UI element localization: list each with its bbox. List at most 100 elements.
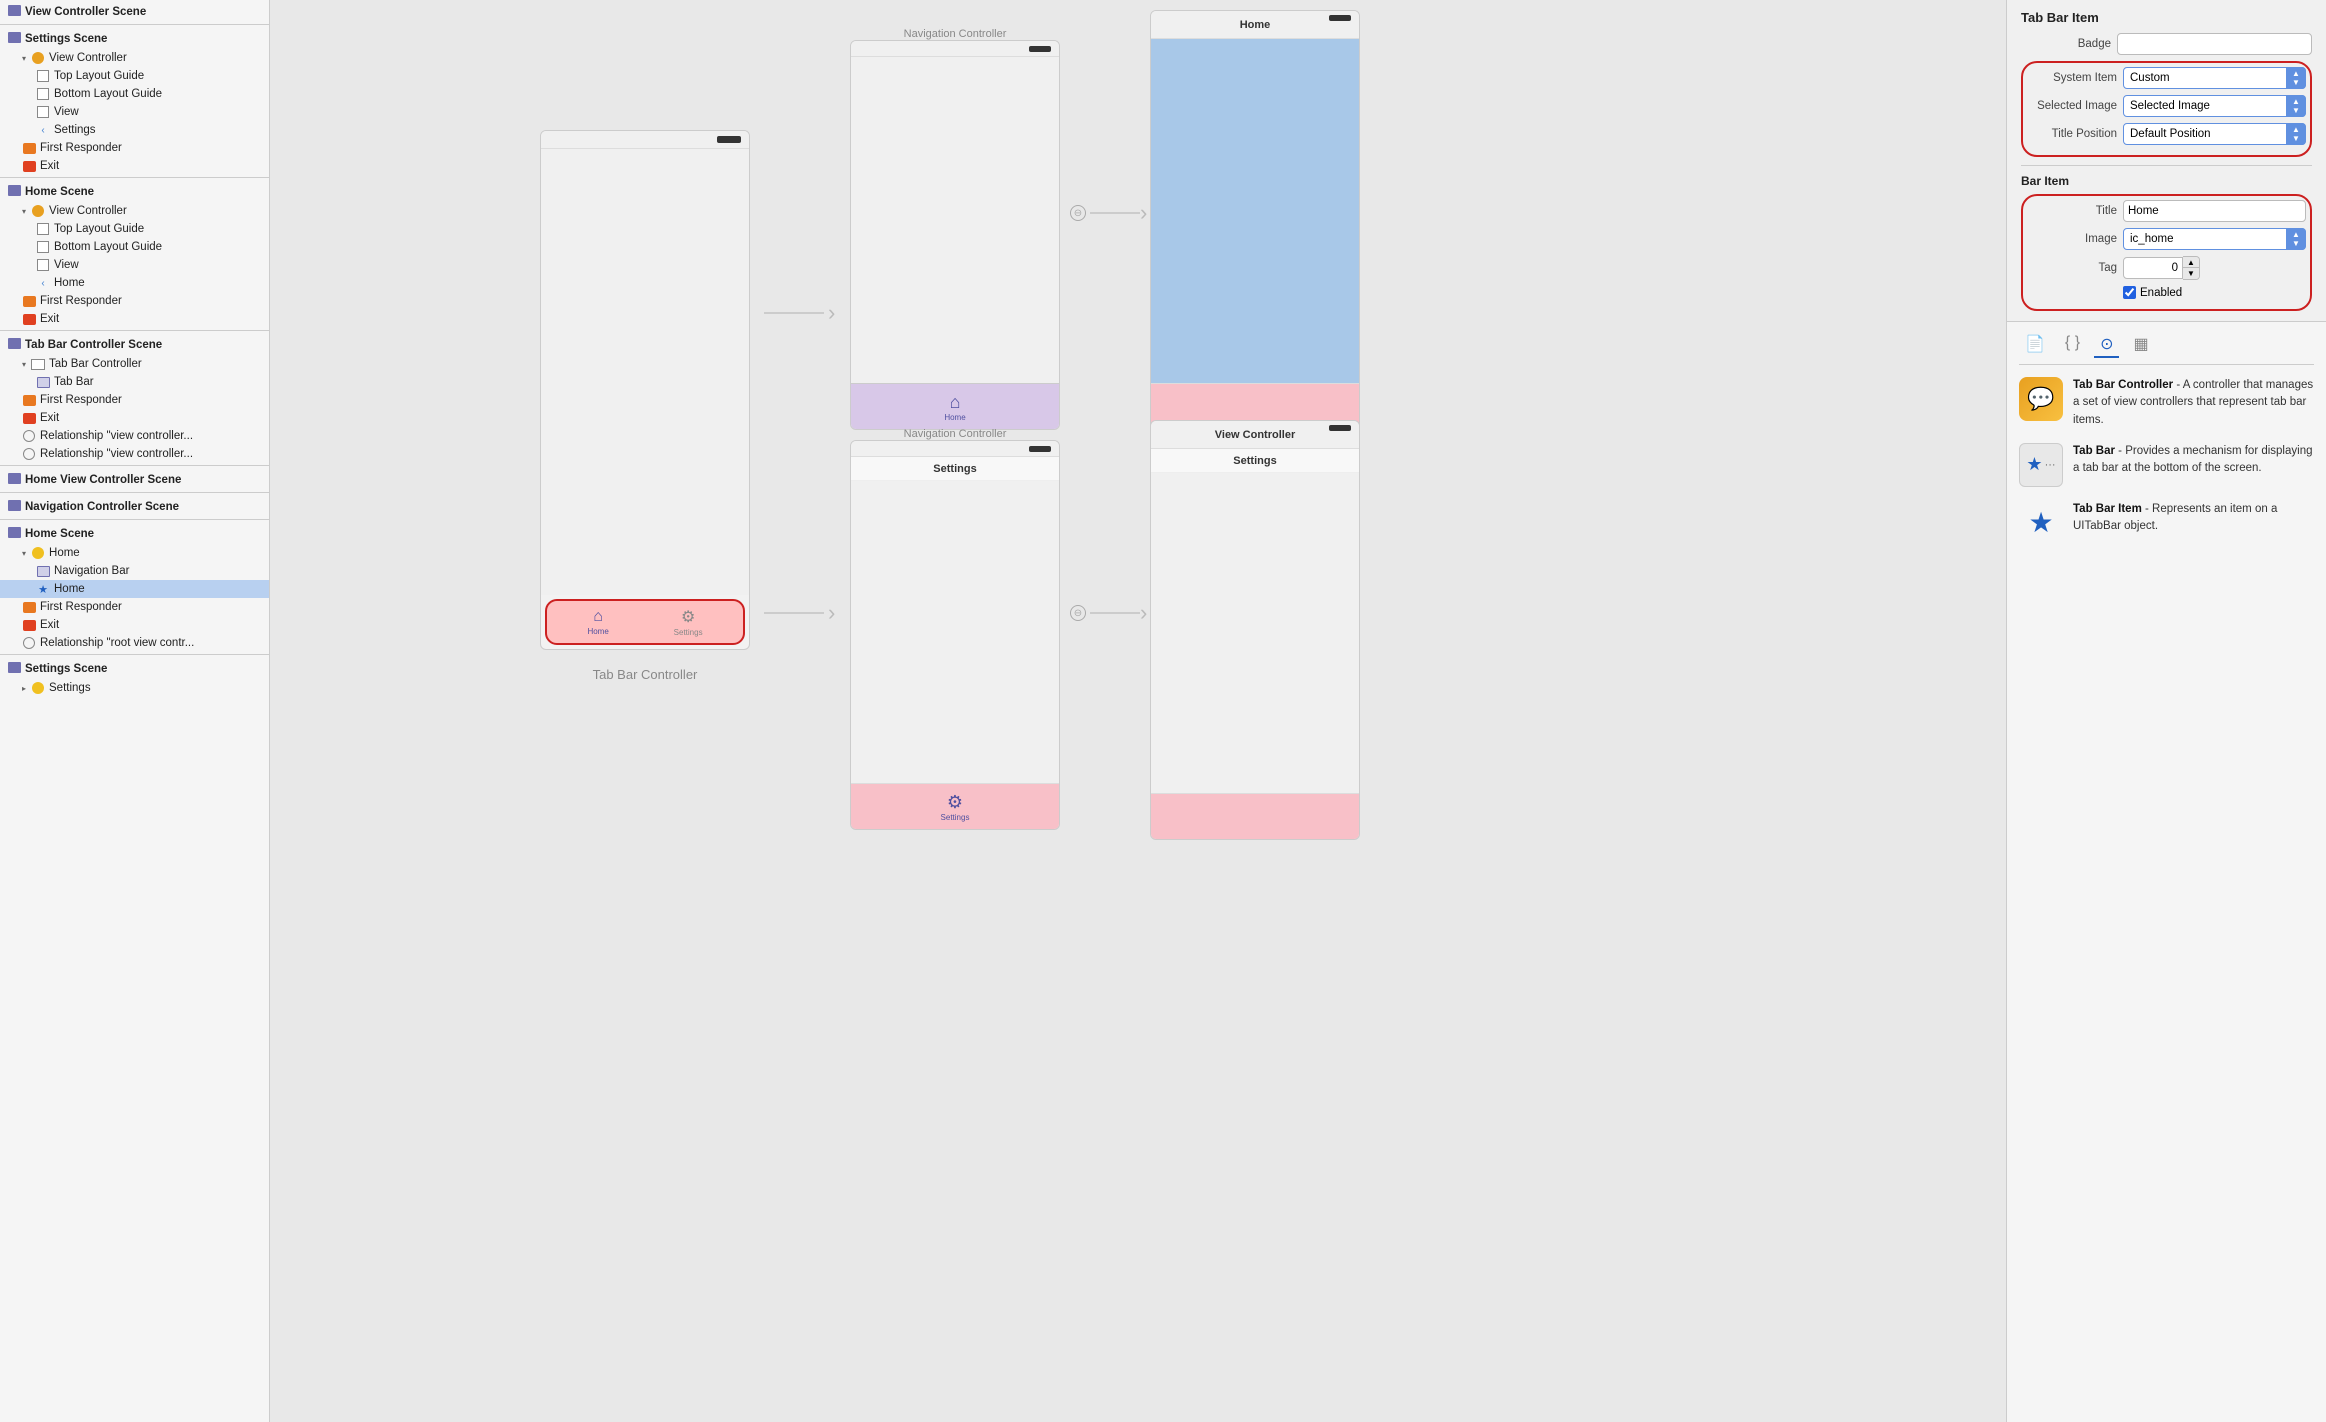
- status-bar-3: [1329, 15, 1351, 21]
- sidebar-section-view-controller-scene[interactable]: View Controller Scene: [0, 0, 269, 22]
- sidebar-item-tlg2[interactable]: Top Layout Guide: [0, 220, 269, 238]
- chevron-down-icon: ▾: [22, 54, 26, 63]
- bar-item-tag-label: Tag: [2027, 262, 2117, 274]
- nav-controller-label-1: Navigation Controller: [850, 28, 1060, 40]
- chevron-down-icon-3: ▾: [22, 360, 26, 369]
- system-item-row: System Item Custom ▲▼: [2027, 67, 2306, 89]
- sidebar-section-settings-scene[interactable]: Settings Scene: [0, 27, 269, 49]
- sidebar-item-home2[interactable]: ▾ Home: [0, 544, 269, 562]
- nav-controller-frame-1: ⌂ Home: [850, 40, 1060, 430]
- selected-image-select-wrapper[interactable]: Selected Image ▲▼: [2123, 95, 2306, 117]
- tab-bar-controller-frame: ⌂ Home ⚙ Settings Tab Bar Controller: [540, 130, 750, 650]
- tag-decrement[interactable]: ▼: [2183, 268, 2199, 279]
- sidebar-item-rel3[interactable]: Relationship "root view contr...: [0, 634, 269, 652]
- sidebar-section-home-scene-1[interactable]: Home Scene: [0, 180, 269, 202]
- badge-input[interactable]: [2117, 33, 2312, 55]
- inspector-title: Tab Bar Item: [2021, 10, 2312, 25]
- tab-bar-star-icon: ★: [2026, 454, 2042, 475]
- arrow-nav1-to-home: ⊖ ›: [1070, 200, 1147, 226]
- selected-image-select[interactable]: Selected Image: [2123, 95, 2306, 117]
- arrow-right-3: ›: [1140, 200, 1147, 226]
- inspector-panel: Tab Bar Item Badge System Item Custom ▲▼: [2006, 0, 2326, 1422]
- sidebar-item-exit1[interactable]: Exit: [0, 157, 269, 175]
- bar-item-title-input[interactable]: [2123, 200, 2306, 222]
- status-bar-1: [717, 136, 741, 143]
- sidebar-item-tab-bar[interactable]: Tab Bar: [0, 373, 269, 391]
- tab-icon: [36, 375, 50, 389]
- bar-item-image-select-wrapper[interactable]: ic_home ▲▼: [2123, 228, 2306, 250]
- sidebar-item-exit4[interactable]: Exit: [0, 616, 269, 634]
- title-position-select-wrapper[interactable]: Default Position ▲▼: [2123, 123, 2306, 145]
- nav-content-bottom: [851, 481, 1059, 783]
- info-tab-circle[interactable]: ⊙: [2094, 332, 2119, 358]
- sidebar-item-view2[interactable]: View: [0, 256, 269, 274]
- tab-bar-controller-desc: Tab Bar Controller - A controller that m…: [2073, 377, 2314, 429]
- sidebar-item-rel1[interactable]: Relationship "view controller...: [0, 427, 269, 445]
- sidebar-item-tab-bar-controller[interactable]: ▾ Tab Bar Controller: [0, 355, 269, 373]
- sidebar-section-home-scene-2[interactable]: Home Scene: [0, 522, 269, 544]
- sidebar-section-settings-scene-2[interactable]: Settings Scene: [0, 657, 269, 679]
- arrow-right-4: ›: [1140, 600, 1147, 626]
- title-position-label: Title Position: [2027, 128, 2117, 140]
- info-tab-file[interactable]: 📄: [2019, 332, 2051, 358]
- grid-icon-8: [8, 662, 21, 676]
- enabled-row: Enabled: [2027, 286, 2306, 299]
- system-item-select[interactable]: Custom: [2123, 67, 2306, 89]
- chevron-down-icon-2: ▾: [22, 207, 26, 216]
- sidebar-item-nav-bar[interactable]: Navigation Bar: [0, 562, 269, 580]
- bar-item-image-select[interactable]: ic_home: [2123, 228, 2306, 250]
- sidebar-item-settings-back[interactable]: ‹ Settings: [0, 121, 269, 139]
- tag-input[interactable]: [2123, 257, 2183, 279]
- title-position-select[interactable]: Default Position: [2123, 123, 2306, 145]
- grid-icon-5: [8, 473, 21, 487]
- canvas-area: ⌂ Home ⚙ Settings Tab Bar Controller › ›: [270, 0, 2006, 1422]
- enabled-label: Enabled: [2140, 287, 2182, 299]
- arrow-tbc-to-nav1: ›: [764, 300, 835, 326]
- nav-controller-frame-2: Settings ⚙ Settings: [850, 440, 1060, 830]
- sidebar-item-blg2[interactable]: Bottom Layout Guide: [0, 238, 269, 256]
- sidebar-item-exit3[interactable]: Exit: [0, 409, 269, 427]
- sidebar-item-vc1[interactable]: ▾ View Controller: [0, 49, 269, 67]
- tab-bar-desc: Tab Bar - Provides a mechanism for displ…: [2073, 443, 2314, 478]
- star-icon: ★: [36, 582, 50, 596]
- sidebar-item-tlg1[interactable]: Top Layout Guide: [0, 67, 269, 85]
- sidebar-item-view1[interactable]: View: [0, 103, 269, 121]
- sidebar-item-fr3[interactable]: First Responder: [0, 391, 269, 409]
- sidebar-section-home-vc-scene[interactable]: Home View Controller Scene: [0, 468, 269, 490]
- system-item-select-wrapper[interactable]: Custom ▲▼: [2123, 67, 2306, 89]
- sidebar-item-home-back[interactable]: ‹ Home: [0, 274, 269, 292]
- sidebar-item-home-star[interactable]: ★ Home: [0, 580, 269, 598]
- selected-image-label: Selected Image: [2027, 100, 2117, 112]
- tab-item-home-highlighted[interactable]: ⌂ Home: [587, 608, 608, 636]
- bar-item-image-label: Image: [2027, 233, 2117, 245]
- enabled-checkbox[interactable]: [2123, 286, 2136, 299]
- sidebar-item-fr2[interactable]: First Responder: [0, 292, 269, 310]
- sidebar-item-blg1[interactable]: Bottom Layout Guide: [0, 85, 269, 103]
- sidebar-item-settings2[interactable]: ▸ Settings: [0, 679, 269, 697]
- orange-rect-icon-4: [22, 600, 36, 614]
- info-tab-grid[interactable]: ▦: [2127, 332, 2154, 358]
- system-item-label: System Item: [2027, 72, 2117, 84]
- inspector-top-section: Tab Bar Item Badge System Item Custom ▲▼: [2007, 0, 2326, 322]
- info-panel: 📄 { } ⊙ ▦ 💬 Tab Bar Controller - A contr…: [2007, 322, 2326, 1422]
- settings-vc-frame: View Controller Settings: [1150, 420, 1360, 840]
- tab-bar-item-dash: -: [2145, 503, 2152, 515]
- sidebar-item-exit2[interactable]: Exit: [0, 310, 269, 328]
- tag-increment[interactable]: ▲: [2183, 257, 2199, 268]
- yellow-circle-icon-1: [31, 546, 45, 560]
- sidebar-item-fr4[interactable]: First Responder: [0, 598, 269, 616]
- sidebar-section-tab-bar-controller-scene[interactable]: Tab Bar Controller Scene: [0, 333, 269, 355]
- tab-bar-title: Tab Bar: [2073, 445, 2115, 457]
- settings-vc-title: View Controller: [1215, 429, 1295, 441]
- chevron-down-icon-4: ▾: [22, 549, 26, 558]
- sidebar-item-rel2[interactable]: Relationship "view controller...: [0, 445, 269, 463]
- sidebar-item-vc2[interactable]: ▾ View Controller: [0, 202, 269, 220]
- orange-rect-icon-3: [22, 393, 36, 407]
- badge-row: Badge: [2021, 33, 2312, 55]
- sidebar-item-fr1[interactable]: First Responder: [0, 139, 269, 157]
- info-tab-bracket[interactable]: { }: [2059, 332, 2086, 358]
- sidebar-section-nav-controller-scene[interactable]: Navigation Controller Scene: [0, 495, 269, 517]
- arrow-right-2: ›: [828, 600, 835, 626]
- tab-item-settings-highlighted[interactable]: ⚙ Settings: [674, 607, 703, 637]
- orange-circle-icon: [31, 51, 45, 65]
